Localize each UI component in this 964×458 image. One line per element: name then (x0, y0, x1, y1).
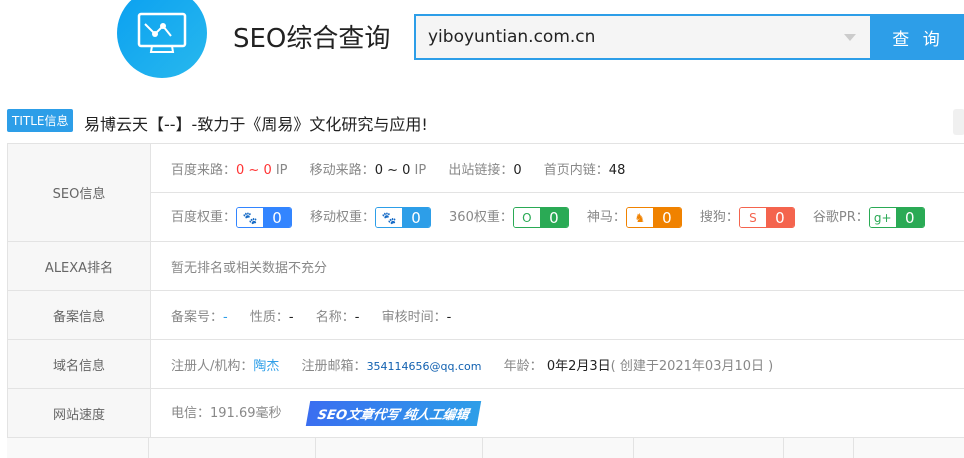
weights-row: 百度权重：🐾0移动权重：🐾0360权重：O0神马：♞0搜狗：S0谷歌PR：g+0 (151, 193, 964, 242)
weight-badge[interactable]: ♞0 (626, 207, 682, 228)
next-table-header (7, 437, 964, 458)
dropdown-caret-icon[interactable] (844, 34, 856, 41)
search-input[interactable] (416, 16, 840, 58)
weight-label: 谷歌PR： (813, 210, 869, 225)
weight-value: 0 (402, 208, 430, 227)
weight-value: 0 (263, 208, 291, 227)
weight-label: 360权重： (449, 210, 513, 225)
registrant-link[interactable]: 陶杰 (253, 359, 279, 374)
alexa-value: 暂无排名或相关数据不充分 (151, 242, 964, 291)
monitor-chart-icon (117, 0, 207, 78)
weight-badge[interactable]: O0 (513, 207, 569, 228)
seo-info-table: SEO信息 百度来路：0 ~ 0 IP 移动来路：0 ~ 0 IP 出站链接：0… (7, 143, 964, 438)
weight-label: 移动权重： (310, 210, 375, 225)
weight-value: 0 (896, 208, 924, 227)
weight-value: 0 (653, 208, 681, 227)
speed-label: 网站速度 (8, 389, 151, 438)
weight-badge[interactable]: S0 (739, 207, 795, 228)
email-link[interactable]: 354114656@qq.com (367, 360, 482, 373)
search-box[interactable] (414, 14, 872, 60)
weight-label: 搜狗： (700, 210, 739, 225)
ad-banner[interactable]: SEO文章代写 纯人工编辑 (305, 401, 480, 426)
weight-value: 0 (766, 208, 794, 227)
copy-icon[interactable] (953, 109, 964, 135)
google-plus-icon: g+ (870, 208, 896, 227)
weight-value: 0 (540, 208, 568, 227)
title-badge: TITLE信息 (7, 109, 73, 132)
weight-label: 神马： (587, 210, 626, 225)
alexa-label: ALEXA排名 (8, 242, 151, 291)
weight-badge[interactable]: 🐾0 (375, 207, 431, 228)
brand-title: SEO综合查询 (233, 18, 390, 55)
baidu-paw-icon: 🐾 (237, 208, 263, 227)
speed-row: 电信：191.69毫秒SEO文章代写 纯人工编辑 (151, 389, 964, 438)
weight-badge[interactable]: g+0 (869, 207, 925, 228)
domain-label: 域名信息 (8, 340, 151, 389)
shenma-icon: ♞ (627, 208, 653, 227)
logo[interactable] (117, 0, 207, 78)
weight-label: 百度权重： (171, 210, 236, 225)
weight-badge[interactable]: 🐾0 (236, 207, 292, 228)
seo-label: SEO信息 (8, 144, 151, 242)
traffic-row: 百度来路：0 ~ 0 IP 移动来路：0 ~ 0 IP 出站链接：0 首页内链：… (151, 144, 964, 193)
360-search-icon: O (514, 208, 540, 227)
icp-row: 备案号：- 性质：- 名称：- 审核时间：- (151, 291, 964, 340)
icp-label: 备案信息 (8, 291, 151, 340)
sogou-icon: S (740, 208, 766, 227)
search-button[interactable]: 查 询 (872, 14, 964, 60)
domain-row: 注册人/机构：陶杰 注册邮箱：354114656@qq.com 年龄： 0年2月… (151, 340, 964, 389)
page-title-text: 易博云天【--】-致力于《周易》文化研究与应用! (84, 111, 428, 135)
baidu-mobile-paw-icon: 🐾 (376, 208, 402, 227)
